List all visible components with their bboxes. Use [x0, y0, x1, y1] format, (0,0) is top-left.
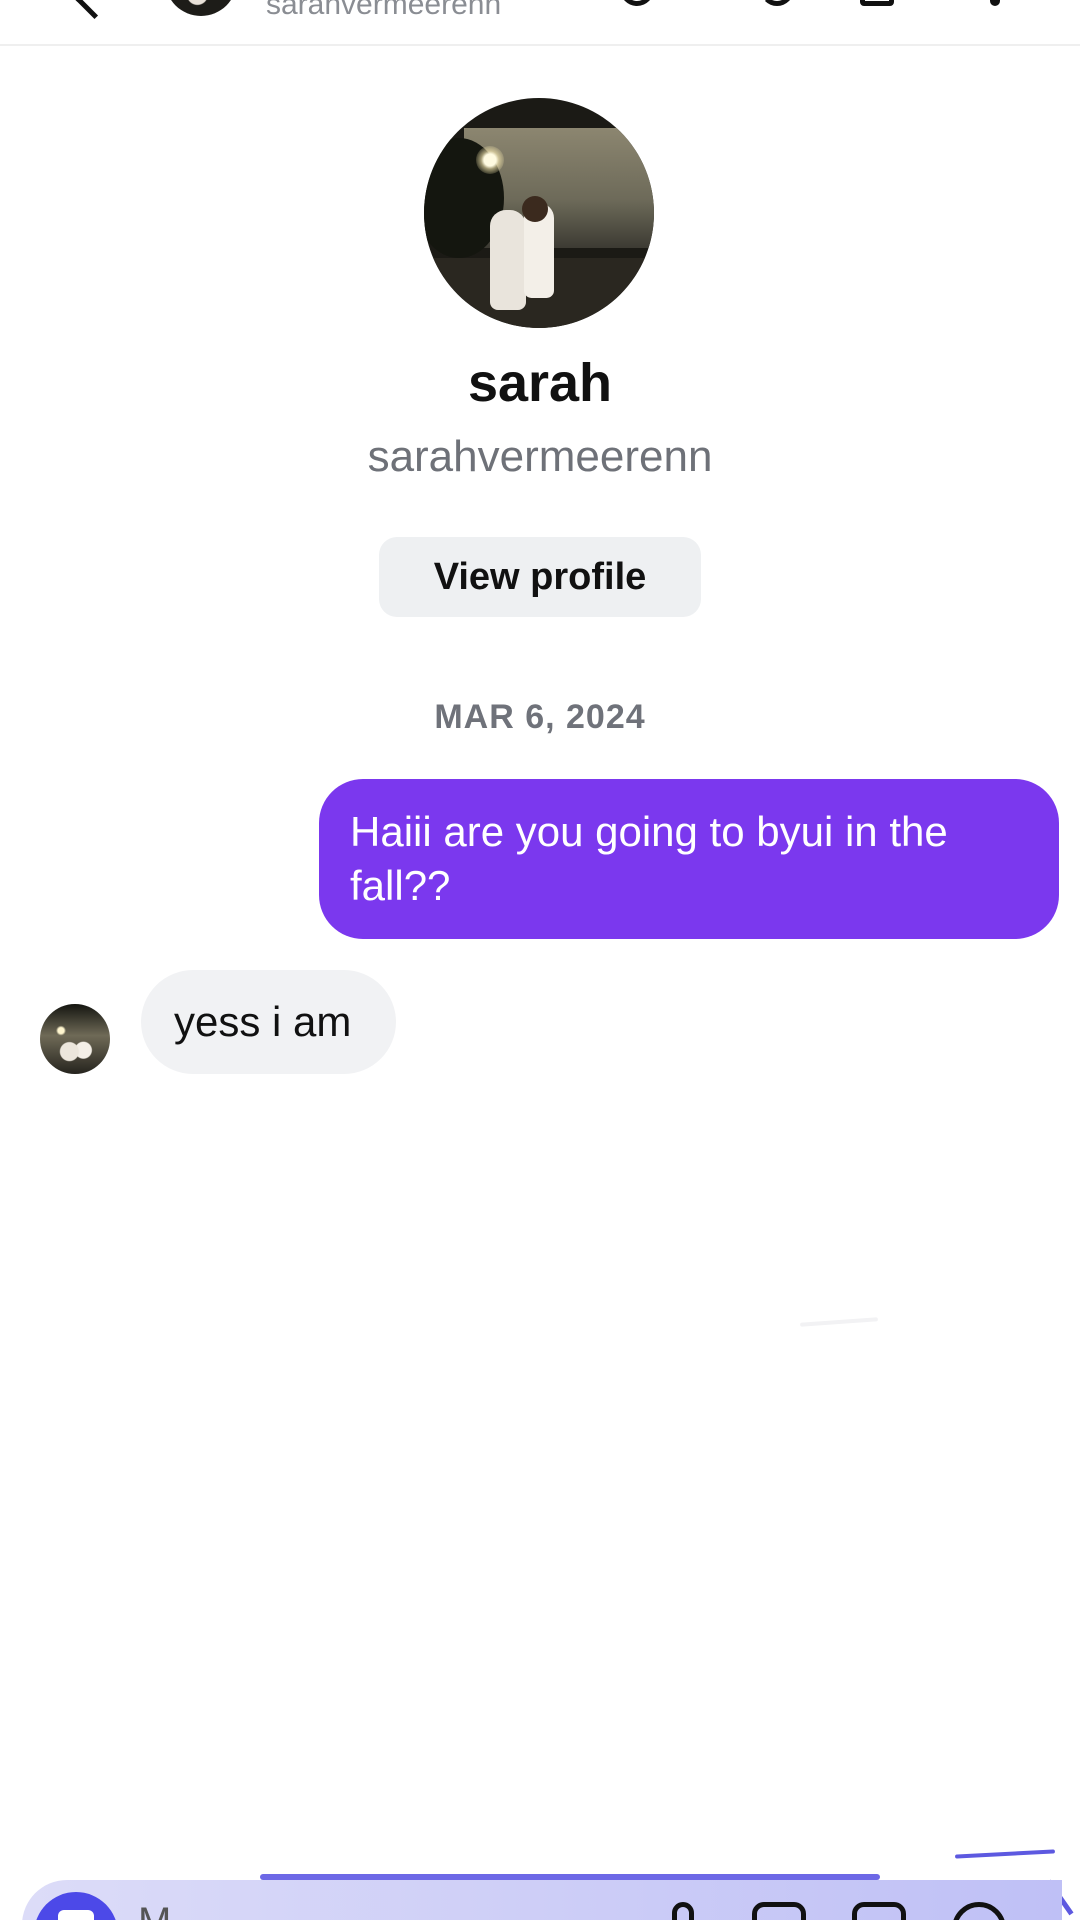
phone-icon[interactable]: [620, 0, 654, 6]
more-icon[interactable]: [990, 0, 1000, 6]
sender-avatar[interactable]: [40, 1004, 110, 1074]
profile-name: sarah: [467, 353, 613, 413]
photo-hair: [522, 196, 548, 222]
camera-icon: [58, 1910, 94, 1920]
date-separator: MAR 6, 2024: [434, 698, 646, 736]
chat-screen: sarahvermeerenn sarah sarahvermeerenn Vi…: [0, 0, 1080, 1920]
plus-icon[interactable]: [952, 1902, 1006, 1920]
scribble-mark: [954, 1849, 1056, 1859]
header-avatar[interactable]: [165, 0, 237, 16]
flag-icon[interactable]: [860, 0, 894, 6]
photo-lamp: [476, 146, 504, 174]
sticker-icon[interactable]: [852, 1902, 906, 1920]
gallery-icon[interactable]: [752, 1902, 806, 1920]
profile-username: sarahvermeerenn: [367, 432, 713, 481]
photo-person: [490, 210, 526, 310]
back-icon[interactable]: [73, 0, 116, 20]
view-profile-button[interactable]: View profile: [379, 537, 701, 617]
message-input[interactable]: M...: [138, 1900, 205, 1920]
screen-smudge: [799, 1317, 879, 1327]
chat-header: sarahvermeerenn: [0, 0, 1080, 46]
header-username[interactable]: sarahvermeerenn: [266, 0, 501, 22]
outgoing-message[interactable]: Haiii are you going to byui in the fall?…: [319, 779, 1059, 939]
message-composer[interactable]: M...: [22, 1880, 1062, 1920]
video-icon[interactable]: [760, 0, 794, 6]
incoming-message[interactable]: yess i am: [141, 970, 396, 1074]
camera-button[interactable]: [34, 1892, 118, 1920]
microphone-icon[interactable]: [672, 1902, 694, 1920]
profile-avatar[interactable]: [424, 98, 654, 328]
